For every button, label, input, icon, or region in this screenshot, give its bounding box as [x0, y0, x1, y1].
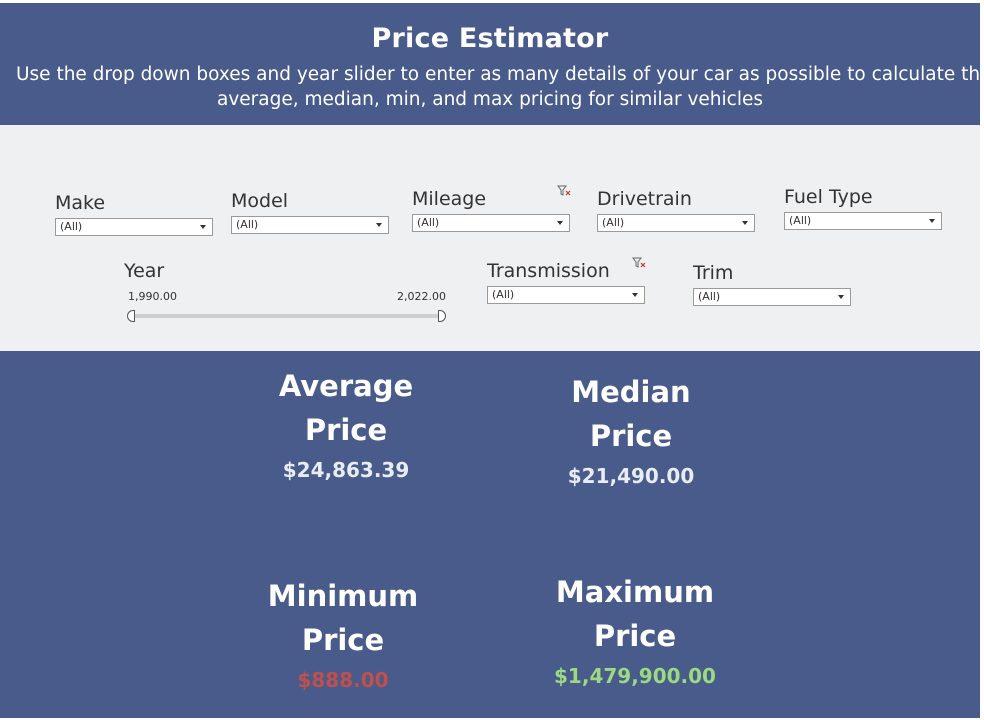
- chevron-down-icon: [376, 223, 382, 227]
- transmission-dropdown-value: (All): [492, 288, 515, 301]
- price-estimator-dashboard: Price Estimator Use the drop down boxes …: [0, 0, 984, 720]
- mileage-filter: Mileage: [412, 188, 486, 210]
- minimum-price-card: Minimum Price $888.00: [233, 574, 453, 692]
- minimum-price-value: $888.00: [297, 668, 389, 692]
- average-price-title-2: Price: [304, 413, 388, 447]
- model-filter: Model: [231, 190, 288, 212]
- model-dropdown-value: (All): [236, 218, 259, 231]
- fuel-type-dropdown[interactable]: (All): [784, 212, 942, 230]
- mileage-dropdown-value: (All): [417, 216, 440, 229]
- fuel-type-label: Fuel Type: [784, 186, 873, 208]
- minimum-price-title-2: Price: [301, 623, 385, 657]
- make-label: Make: [55, 192, 106, 214]
- year-min-value: 1,990.00: [128, 290, 177, 303]
- trim-dropdown-value: (All): [698, 290, 721, 303]
- year-slider-max-handle[interactable]: [438, 310, 446, 322]
- chevron-down-icon: [557, 221, 563, 225]
- maximum-price-card: Maximum Price $1,479,900.00: [525, 570, 745, 688]
- average-price-card: Average Price $24,863.39: [236, 364, 456, 482]
- minimum-price-title-1: Minimum: [267, 579, 419, 613]
- maximum-price-title-1: Maximum: [555, 575, 715, 609]
- maximum-price-title-2: Price: [593, 619, 677, 653]
- median-price-title-1: Median: [571, 375, 691, 409]
- year-max-value: 2,022.00: [397, 290, 446, 303]
- make-dropdown[interactable]: (All): [55, 218, 213, 236]
- filter-panel: Make (All) Model (All) Mileage (All) Dri…: [0, 125, 980, 351]
- chevron-down-icon: [929, 219, 935, 223]
- fuel-type-filter: Fuel Type: [784, 186, 873, 208]
- model-label: Model: [231, 190, 289, 212]
- page-title: Price Estimator: [371, 23, 609, 54]
- average-price-value: $24,863.39: [282, 458, 410, 482]
- drivetrain-label: Drivetrain: [597, 188, 692, 210]
- year-slider-min-handle[interactable]: [127, 310, 135, 322]
- drivetrain-filter: Drivetrain: [597, 188, 692, 210]
- mileage-label: Mileage: [412, 188, 487, 210]
- chevron-down-icon: [742, 221, 748, 225]
- header-banner: Price Estimator Use the drop down boxes …: [0, 3, 980, 125]
- trim-filter: Trim: [693, 262, 733, 284]
- transmission-filter: Transmission: [487, 260, 610, 282]
- median-price-title-2: Price: [589, 419, 673, 453]
- instructions-line-2: average, median, min, and max pricing fo…: [216, 89, 764, 110]
- year-slider-track[interactable]: [131, 314, 444, 318]
- make-dropdown-value: (All): [60, 220, 83, 233]
- clear-filter-icon[interactable]: [632, 257, 646, 269]
- year-filter: Year: [124, 260, 164, 282]
- make-filter: Make: [55, 192, 105, 214]
- chevron-down-icon: [200, 225, 206, 229]
- median-price-card: Median Price $21,490.00: [521, 370, 741, 488]
- drivetrain-dropdown-value: (All): [602, 216, 625, 229]
- chevron-down-icon: [632, 293, 638, 297]
- chevron-down-icon: [838, 295, 844, 299]
- model-dropdown[interactable]: (All): [231, 216, 389, 234]
- trim-label: Trim: [693, 262, 734, 284]
- average-price-title-1: Average: [278, 369, 414, 403]
- mileage-dropdown[interactable]: (All): [412, 214, 570, 232]
- year-label: Year: [124, 260, 165, 282]
- transmission-dropdown[interactable]: (All): [487, 286, 645, 304]
- price-stats-panel: Average Price $24,863.39 Median Price $2…: [0, 351, 980, 718]
- transmission-label: Transmission: [487, 260, 610, 282]
- fuel-type-dropdown-value: (All): [789, 214, 812, 227]
- clear-filter-icon[interactable]: [557, 185, 571, 197]
- trim-dropdown[interactable]: (All): [693, 288, 851, 306]
- maximum-price-value: $1,479,900.00: [554, 664, 716, 688]
- median-price-value: $21,490.00: [567, 464, 695, 488]
- drivetrain-dropdown[interactable]: (All): [597, 214, 755, 232]
- instructions-line-1: Use the drop down boxes and year slider …: [16, 64, 980, 85]
